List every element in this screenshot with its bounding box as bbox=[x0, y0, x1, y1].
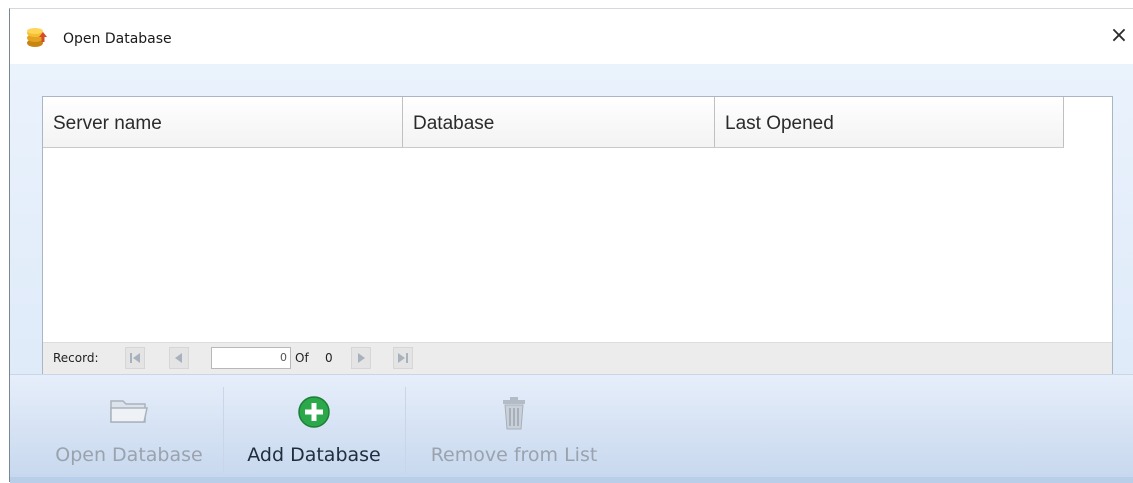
column-header-server-name[interactable]: Server name bbox=[43, 97, 403, 147]
record-navigator: Record: 0 Of 0 bbox=[43, 342, 1112, 375]
toolbar-separator bbox=[223, 387, 224, 473]
add-database-button[interactable]: Add Database bbox=[236, 375, 392, 475]
plus-circle-icon bbox=[298, 396, 330, 428]
first-record-icon bbox=[130, 353, 140, 363]
remove-from-list-label: Remove from List bbox=[430, 444, 598, 466]
window-title: Open Database bbox=[63, 31, 172, 47]
title-bar: Open Database × bbox=[10, 9, 1133, 61]
next-record-icon bbox=[358, 353, 365, 363]
record-label: Record: bbox=[53, 351, 99, 365]
database-stack-icon bbox=[27, 28, 47, 47]
list-header: Server name Database Last Opened bbox=[43, 97, 1064, 148]
trash-icon bbox=[503, 397, 525, 430]
toolbar-separator bbox=[405, 387, 406, 473]
column-header-database[interactable]: Database bbox=[403, 97, 715, 147]
remove-from-list-button[interactable]: Remove from List bbox=[420, 375, 608, 475]
close-button[interactable]: × bbox=[1104, 21, 1133, 51]
previous-record-button[interactable] bbox=[169, 347, 189, 369]
last-record-icon bbox=[398, 353, 408, 363]
folder-icon bbox=[110, 400, 148, 423]
current-record-input[interactable]: 0 bbox=[211, 347, 291, 369]
first-record-button[interactable] bbox=[125, 347, 145, 369]
of-label: Of bbox=[295, 351, 309, 365]
list-body[interactable] bbox=[43, 148, 1112, 343]
toolbar-bottom-border bbox=[10, 477, 1133, 483]
open-database-window: Open Database × Server name Database Las… bbox=[9, 8, 1133, 483]
database-list[interactable]: Server name Database Last Opened Record: bbox=[42, 96, 1113, 376]
open-database-label: Open Database bbox=[55, 444, 203, 466]
dialog-content: Server name Database Last Opened Record: bbox=[10, 64, 1133, 483]
last-record-button[interactable] bbox=[393, 347, 413, 369]
previous-record-icon bbox=[175, 353, 182, 363]
add-database-label: Add Database bbox=[247, 444, 381, 466]
action-toolbar: Open Database Add Database Remove from L… bbox=[10, 374, 1133, 483]
total-records: 0 bbox=[325, 351, 333, 365]
open-database-button[interactable]: Open Database bbox=[48, 375, 210, 475]
column-header-last-opened[interactable]: Last Opened bbox=[715, 97, 1064, 147]
next-record-button[interactable] bbox=[351, 347, 371, 369]
